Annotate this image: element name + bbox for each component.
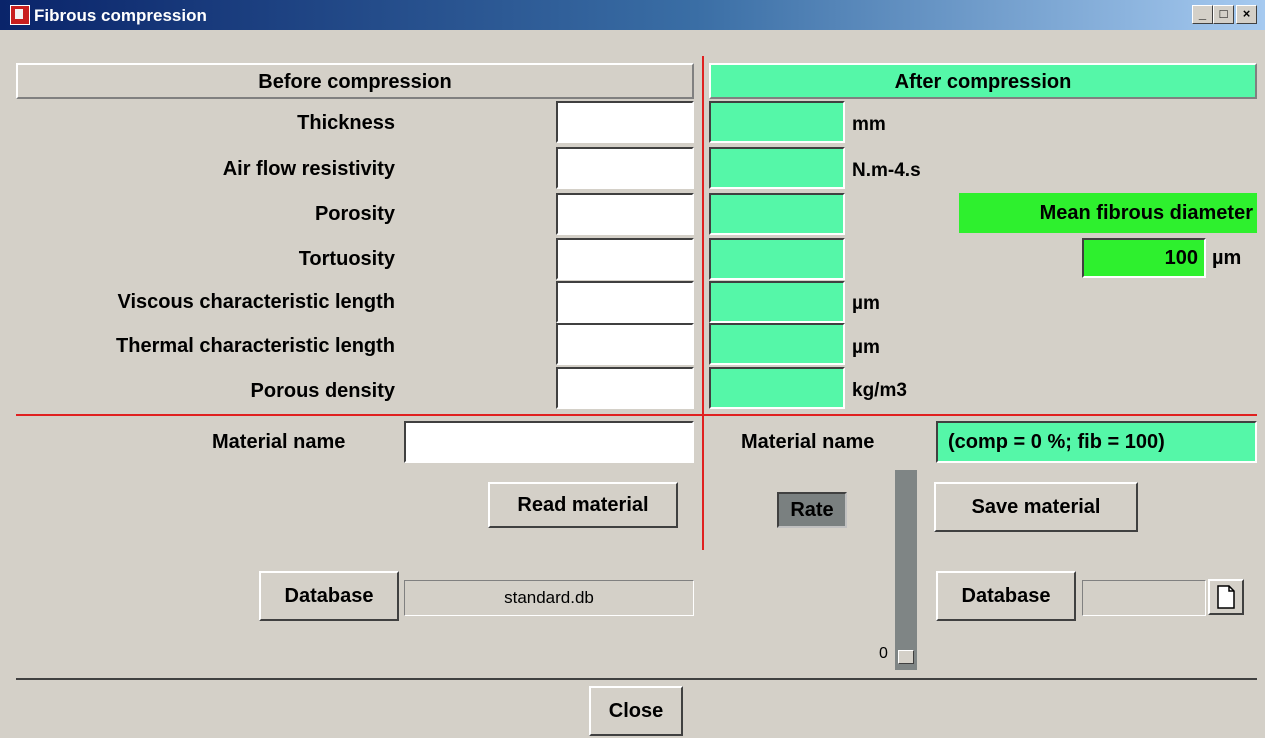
close-button[interactable]: Close [589,686,683,736]
window-title: Fibrous compression [34,6,207,25]
right-material-name-field[interactable]: (comp = 0 %; fib = 100) [936,421,1257,463]
rate-slider-handle[interactable] [898,650,914,664]
close-window-button[interactable]: × [1236,5,1257,24]
porosity-label: Porosity [314,203,395,225]
thermal-characteristic-length-unit: µm [852,337,880,358]
rate-button[interactable]: Rate [777,492,847,528]
air-flow-resistivity-before-input[interactable] [556,147,694,189]
vertical-divider [702,56,704,550]
left-database-field: standard.db [404,580,694,616]
porosity-before-input[interactable] [556,193,694,235]
mean-fibrous-diameter-label: Mean fibrous diameter [959,193,1257,233]
horizontal-divider [16,414,1257,416]
right-database-button[interactable]: Database [936,571,1076,621]
porous-density-unit: kg/m3 [852,380,907,401]
left-material-name-label: Material name [212,431,346,453]
mean-fibrous-diameter-input[interactable]: 100 [1082,238,1206,278]
read-material-button[interactable]: Read material [488,482,678,528]
porous-density-label: Porous density [250,380,395,402]
title-bar[interactable]: Fibrous compression _ □ × [0,0,1265,30]
thickness-before-input[interactable] [556,101,694,143]
save-material-button[interactable]: Save material [934,482,1138,532]
minimize-button[interactable]: _ [1192,5,1213,24]
tortuosity-label: Tortuosity [298,248,395,270]
before-compression-header: Before compression [16,63,694,99]
tortuosity-before-input[interactable] [556,238,694,280]
app-icon [10,5,30,25]
air-flow-resistivity-unit: N.m-4.s [852,160,921,181]
mean-fibrous-diameter-unit: µm [1212,247,1242,269]
thermal-characteristic-length-after-field [709,323,845,365]
rate-value: 0 [879,645,888,662]
new-file-icon [1217,585,1235,609]
right-database-field [1082,580,1206,616]
viscous-characteristic-length-unit: µm [852,293,880,314]
left-database-button[interactable]: Database [259,571,399,621]
air-flow-resistivity-label: Air flow resistivity [222,158,395,180]
thermal-characteristic-length-label: Thermal characteristic length [116,335,395,357]
right-material-name-label: Material name [741,431,875,453]
maximize-button[interactable]: □ [1213,5,1234,24]
thickness-unit: mm [852,114,886,135]
left-material-name-input[interactable] [404,421,694,463]
viscous-characteristic-length-label: Viscous characteristic length [117,291,395,313]
porosity-after-field [709,193,845,235]
rate-slider-track[interactable] [895,470,917,670]
air-flow-resistivity-after-field [709,147,845,189]
viscous-characteristic-length-after-field [709,281,845,323]
thermal-characteristic-length-before-input[interactable] [556,323,694,365]
viscous-characteristic-length-before-input[interactable] [556,281,694,323]
tortuosity-after-field [709,238,845,280]
after-compression-header: After compression [709,63,1257,99]
new-database-button[interactable] [1208,579,1244,615]
fibrous-compression-window: Fibrous compression _ □ × Before compres… [0,0,1265,738]
thickness-label: Thickness [297,112,395,134]
thickness-after-field [709,101,845,143]
left-database-name: standard.db [504,588,594,607]
porous-density-after-field [709,367,845,409]
porous-density-before-input[interactable] [556,367,694,409]
